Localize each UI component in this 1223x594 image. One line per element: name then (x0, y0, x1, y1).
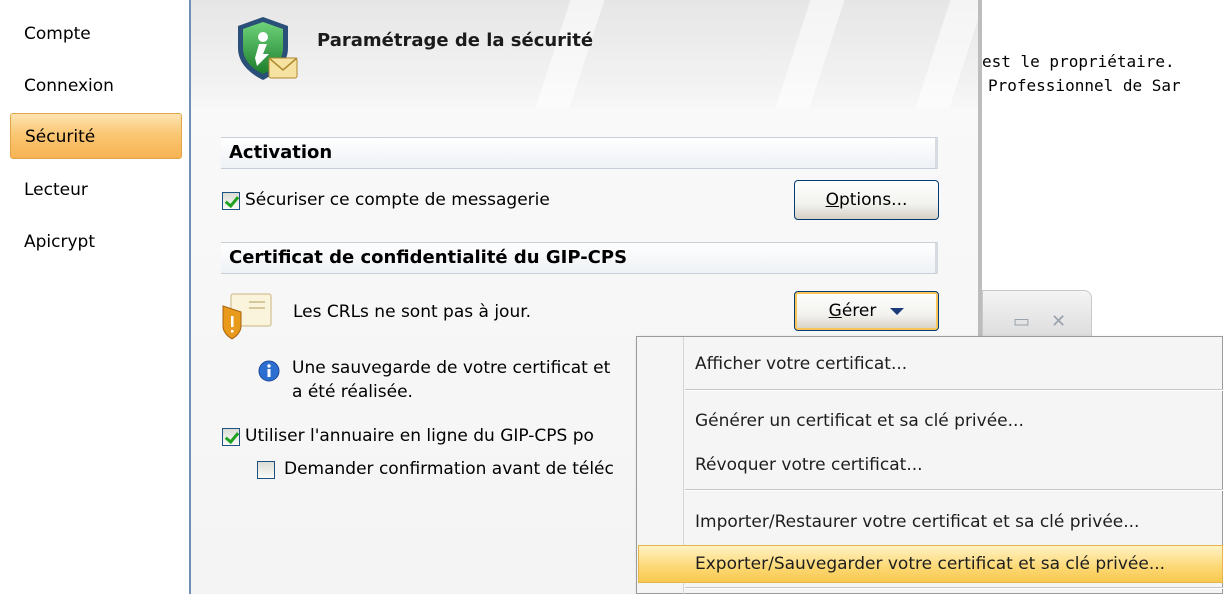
menu-item-revoke-certificate[interactable]: Révoquer votre certificat... (638, 448, 1223, 482)
confirm-download-checkbox[interactable] (257, 461, 275, 479)
directory-checkbox[interactable] (222, 428, 240, 446)
menu-separator (685, 489, 1223, 491)
options-button[interactable]: Options... (794, 180, 939, 220)
info-icon (258, 360, 280, 382)
activation-section-header: Activation (221, 137, 938, 169)
secure-account-label: Sécuriser ce compte de messagerie (245, 190, 550, 210)
close-icon[interactable]: ✕ (1051, 311, 1066, 332)
menu-item-generate-certificate[interactable]: Générer un certificat et sa clé privée..… (638, 404, 1223, 438)
settings-sidebar: Compte Connexion Sécurité Lecteur Apicry… (0, 0, 189, 594)
header-shine (898, 0, 978, 108)
sidebar-item-compte[interactable]: Compte (24, 14, 180, 54)
menu-item-view-certificate[interactable]: Afficher votre certificat... (638, 347, 1223, 381)
menu-separator (685, 587, 1223, 589)
backup-info-text: Une sauvegarde de votre certificat et (292, 358, 611, 378)
panel-header (191, 0, 978, 108)
menu-separator (685, 389, 1223, 391)
options-button-label: ptions... (838, 190, 908, 210)
header-shine (758, 0, 858, 108)
manage-button-mnemonic: G (828, 301, 842, 321)
background-window-titlebar: ▭ ✕ (982, 290, 1092, 340)
background-window-text: est le propriétaire. (982, 52, 1175, 71)
secure-account-checkbox[interactable] (222, 192, 240, 210)
backup-info-text: a été réalisée. (292, 382, 413, 402)
sidebar-item-securite[interactable]: Sécurité (10, 113, 182, 159)
minimize-icon[interactable]: ▭ (1013, 311, 1030, 332)
menu-item-export-certificate[interactable]: Exporter/Sauvegarder votre certificat et… (638, 545, 1223, 583)
background-window-text: Professionnel de Sar (988, 76, 1181, 95)
menu-item-import-certificate[interactable]: Importer/Restaurer votre certificat et s… (638, 505, 1223, 539)
crl-status-text: Les CRLs ne sont pas à jour. (293, 302, 532, 322)
manage-dropdown-button[interactable]: Gérer (794, 291, 939, 331)
manage-button-label: érer (841, 301, 877, 321)
security-shield-mail-icon (238, 17, 298, 80)
confirm-download-label: Demander confirmation avant de téléc (284, 459, 614, 479)
panel-title: Paramétrage de la sécurité (317, 30, 594, 51)
certificate-warning-icon (222, 293, 272, 340)
chevron-down-icon (890, 307, 905, 315)
certificate-section-header: Certificat de confidentialité du GIP-CPS (221, 242, 938, 274)
sidebar-item-apicrypt[interactable]: Apicrypt (24, 222, 180, 262)
header-shine (518, 0, 618, 108)
options-button-mnemonic: O (825, 190, 839, 210)
sidebar-item-lecteur[interactable]: Lecteur (24, 170, 180, 210)
directory-label: Utiliser l'annuaire en ligne du GIP-CPS … (245, 426, 594, 446)
manage-context-menu: Afficher votre certificat... Générer un … (636, 336, 1223, 594)
sidebar-item-connexion[interactable]: Connexion (24, 66, 180, 106)
